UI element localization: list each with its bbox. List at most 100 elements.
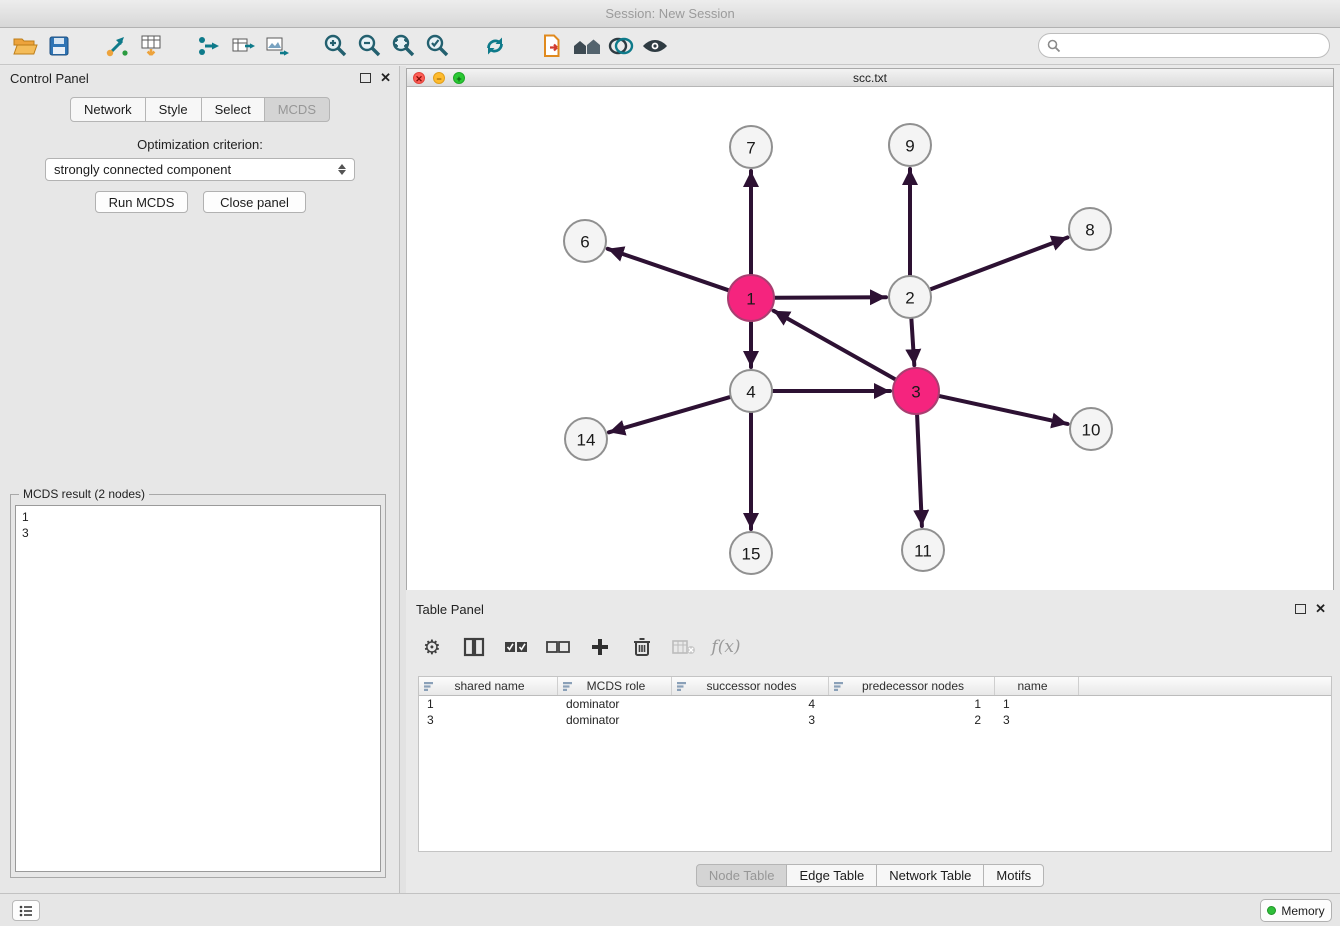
graph-edge-3-1[interactable] xyxy=(774,311,896,379)
memory-button[interactable]: Memory xyxy=(1260,899,1332,922)
delete-table-icon[interactable] xyxy=(670,633,698,661)
select-all-icon[interactable] xyxy=(502,633,530,661)
first-neighbors-icon[interactable] xyxy=(570,31,604,61)
tab-select[interactable]: Select xyxy=(201,97,265,122)
status-bar: Memory xyxy=(0,893,1340,926)
search-input[interactable] xyxy=(1066,39,1321,53)
refresh-icon[interactable] xyxy=(478,31,512,61)
node-label: 15 xyxy=(742,545,761,564)
graph-node-15[interactable]: 15 xyxy=(730,532,772,574)
tab-edge-table[interactable]: Edge Table xyxy=(786,864,877,887)
deselect-all-icon[interactable] xyxy=(544,633,572,661)
open-session-icon[interactable] xyxy=(8,31,42,61)
tab-network[interactable]: Network xyxy=(70,97,146,122)
node-label: 1 xyxy=(746,290,755,309)
graph-edge-1-2[interactable] xyxy=(775,297,886,298)
export-network-icon[interactable] xyxy=(192,31,226,61)
table-row[interactable]: 1dominator411 xyxy=(419,696,1331,712)
table-cell-filler xyxy=(1079,712,1331,728)
tab-style[interactable]: Style xyxy=(145,97,202,122)
import-table-icon[interactable] xyxy=(134,31,168,61)
close-panel-icon[interactable]: ✕ xyxy=(380,72,391,84)
table-cell[interactable]: 4 xyxy=(672,696,829,712)
mcds-result-item[interactable]: 3 xyxy=(22,525,374,541)
search-field[interactable] xyxy=(1038,33,1330,58)
delete-row-icon[interactable] xyxy=(628,633,656,661)
column-header-successor-nodes[interactable]: successor nodes xyxy=(672,677,829,695)
export-image-icon[interactable] xyxy=(260,31,294,61)
graph-node-11[interactable]: 11 xyxy=(902,529,944,571)
add-row-icon[interactable] xyxy=(586,633,614,661)
network-canvas[interactable]: 7 9 6 8 1 2 4 3 14 10 15 11 xyxy=(407,87,1333,590)
optimization-criterion-select[interactable]: strongly connected component xyxy=(45,158,355,181)
node-label: 6 xyxy=(580,233,589,252)
zoom-out-icon[interactable] xyxy=(352,31,386,61)
graph-edge-4-14[interactable] xyxy=(609,397,730,432)
import-network-icon[interactable] xyxy=(100,31,134,61)
tab-node-table[interactable]: Node Table xyxy=(696,864,788,887)
column-header-filler xyxy=(1079,677,1331,695)
graph-node-3[interactable]: 3 xyxy=(893,368,939,414)
function-builder-icon[interactable]: f(x) xyxy=(712,633,740,661)
zoom-fit-icon[interactable] xyxy=(386,31,420,61)
run-mcds-button[interactable]: Run MCDS xyxy=(95,191,188,213)
column-header-predecessor-nodes[interactable]: predecessor nodes xyxy=(829,677,995,695)
graph-node-2[interactable]: 2 xyxy=(889,276,931,318)
window-minimize-icon[interactable]: − xyxy=(433,72,445,84)
table-settings-icon[interactable]: ⚙ xyxy=(418,633,446,661)
export-table-icon[interactable] xyxy=(226,31,260,61)
table-row[interactable]: 3dominator323 xyxy=(419,712,1331,728)
column-header-shared-name[interactable]: shared name xyxy=(419,677,558,695)
show-columns-icon[interactable] xyxy=(460,633,488,661)
mcds-result-item[interactable]: 1 xyxy=(22,509,374,525)
tab-mcds[interactable]: MCDS xyxy=(264,97,330,122)
search-icon xyxy=(1047,39,1061,53)
table-cell[interactable]: dominator xyxy=(558,696,672,712)
window-close-icon[interactable]: ✕ xyxy=(413,72,425,84)
node-table: shared name MCDS role successor nodes pr… xyxy=(418,676,1332,852)
column-header-name[interactable]: name xyxy=(995,677,1079,695)
save-session-icon[interactable] xyxy=(42,31,76,61)
zoom-selected-icon[interactable] xyxy=(420,31,454,61)
table-cell[interactable]: 1 xyxy=(995,696,1079,712)
tab-motifs[interactable]: Motifs xyxy=(983,864,1044,887)
horizontal-splitter[interactable] xyxy=(406,590,1334,597)
network-graph[interactable]: 7 9 6 8 1 2 4 3 14 10 15 11 xyxy=(407,87,1333,590)
graph-node-1[interactable]: 1 xyxy=(728,275,774,321)
graph-node-10[interactable]: 10 xyxy=(1070,408,1112,450)
table-cell[interactable]: 3 xyxy=(419,712,558,728)
graph-edge-2-8[interactable] xyxy=(931,238,1068,290)
graph-node-7[interactable]: 7 xyxy=(730,126,772,168)
tab-network-table[interactable]: Network Table xyxy=(876,864,984,887)
show-hide-icon[interactable] xyxy=(638,31,672,61)
graph-edge-3-10[interactable] xyxy=(940,396,1068,424)
graph-edge-3-11[interactable] xyxy=(917,415,922,526)
graph-node-8[interactable]: 8 xyxy=(1069,208,1111,250)
select-stepper-icon xyxy=(338,164,346,175)
graph-node-9[interactable]: 9 xyxy=(889,124,931,166)
table-panel-title: Table Panel xyxy=(416,602,484,617)
graph-edge-2-3[interactable] xyxy=(911,319,914,365)
table-cell[interactable]: 3 xyxy=(672,712,829,728)
table-cell[interactable]: dominator xyxy=(558,712,672,728)
graph-node-14[interactable]: 14 xyxy=(565,418,607,460)
network-window-titlebar[interactable]: ✕ − + scc.txt xyxy=(407,69,1333,87)
annotations-icon[interactable] xyxy=(604,31,638,61)
float-table-panel-icon[interactable] xyxy=(1295,604,1306,614)
float-panel-icon[interactable] xyxy=(360,73,371,83)
graph-node-4[interactable]: 4 xyxy=(730,370,772,412)
zoom-in-icon[interactable] xyxy=(318,31,352,61)
table-cell[interactable]: 1 xyxy=(829,696,995,712)
window-zoom-icon[interactable]: + xyxy=(453,72,465,84)
graph-node-6[interactable]: 6 xyxy=(564,220,606,262)
close-table-panel-icon[interactable]: ✕ xyxy=(1315,603,1326,615)
column-header-mcds-role[interactable]: MCDS role xyxy=(558,677,672,695)
graph-edge-1-6[interactable] xyxy=(608,249,729,290)
table-cell[interactable]: 1 xyxy=(419,696,558,712)
table-cell[interactable]: 3 xyxy=(995,712,1079,728)
close-panel-button[interactable]: Close panel xyxy=(203,191,306,213)
table-cell[interactable]: 2 xyxy=(829,712,995,728)
mcds-result-list[interactable]: 13 xyxy=(15,505,381,872)
panel-toggle-button[interactable] xyxy=(12,900,40,921)
clone-network-icon[interactable] xyxy=(536,31,570,61)
